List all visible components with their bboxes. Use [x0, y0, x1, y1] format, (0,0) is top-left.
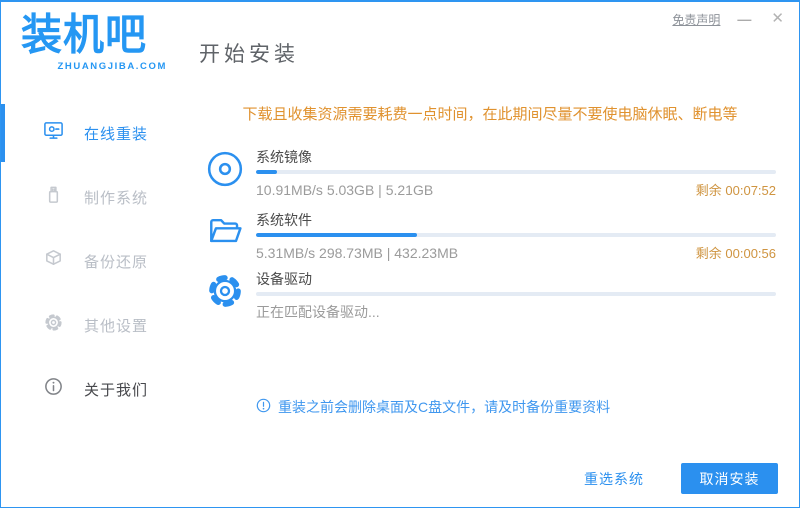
task-device-driver: 设备驱动 正在匹配设备驱动... [256, 270, 776, 322]
reselect-system-button[interactable]: 重选系统 [584, 469, 644, 489]
sidebar-item-make-system[interactable]: 制作系统 [1, 168, 191, 226]
sidebar-item-about-us[interactable]: 关于我们 [1, 360, 191, 418]
sidebar-item-label: 在线重装 [84, 125, 149, 143]
task-title: 系统软件 [256, 212, 312, 228]
gear-icon [43, 312, 64, 338]
app-window: 装机吧 ZHUANGJIBA.COM 开始安装 免责声明 — ✕ 在线重装 制作… [0, 0, 800, 508]
sidebar-item-other-settings[interactable]: 其他设置 [1, 296, 191, 354]
info-icon [43, 376, 64, 402]
backup-cube-icon [43, 248, 64, 274]
app-logo: 装机吧 ZHUANGJIBA.COM [21, 10, 167, 72]
folder-icon [206, 213, 244, 251]
cancel-install-button[interactable]: 取消安装 [681, 463, 778, 494]
task-remaining: 剩余 00:00:56 [695, 246, 776, 261]
sidebar-item-online-reinstall[interactable]: 在线重装 [1, 104, 191, 162]
task-system-software: 系统软件 5.31MB/s 298.73MB | 432.23MB 剩余 00:… [256, 211, 776, 262]
sidebar-item-label: 关于我们 [84, 381, 149, 399]
sidebar-item-backup-restore[interactable]: 备份还原 [1, 232, 191, 290]
task-detail: 10.91MB/s 5.03GB | 5.21GB [256, 182, 434, 198]
sidebar-item-label: 制作系统 [84, 189, 149, 207]
progress-bar [256, 170, 776, 174]
backup-notice: 重装之前会删除桌面及C盘文件，请及时备份重要资料 [256, 397, 610, 417]
disclaimer-link[interactable]: 免责声明 [672, 11, 720, 28]
sidebar: 在线重装 制作系统 备份还原 其他设置 关于我们 [1, 104, 191, 424]
disc-icon [206, 150, 244, 188]
task-title: 系统镜像 [256, 149, 312, 165]
alert-circle-icon [256, 398, 271, 416]
usb-icon [43, 184, 64, 210]
minimize-icon[interactable]: — [734, 10, 754, 28]
task-detail: 正在匹配设备驱动... [256, 304, 380, 320]
gear-icon [206, 272, 244, 310]
task-title: 设备驱动 [256, 271, 312, 287]
progress-bar [256, 233, 776, 237]
sidebar-item-label: 备份还原 [84, 253, 149, 271]
task-detail: 5.31MB/s 298.73MB | 432.23MB [256, 245, 459, 261]
progress-fill [256, 233, 418, 237]
task-remaining: 剩余 00:07:52 [695, 183, 776, 198]
task-system-image: 系统镜像 10.91MB/s 5.03GB | 5.21GB 剩余 00:07:… [256, 148, 776, 199]
sidebar-item-label: 其他设置 [84, 317, 149, 335]
logo-subtext: ZHUANGJIBA.COM [57, 61, 167, 72]
notice-text: 重装之前会删除桌面及C盘文件，请及时备份重要资料 [278, 399, 611, 415]
close-icon[interactable]: ✕ [768, 10, 787, 28]
progress-fill [256, 170, 277, 174]
page-title: 开始安装 [199, 43, 299, 66]
logo-text: 装机吧 [21, 10, 147, 60]
progress-bar [256, 292, 776, 296]
monitor-icon [43, 120, 64, 146]
warning-text: 下载且收集资源需要耗费一点时间，在此期间尽量不要使电脑休眠、断电等 [242, 106, 738, 123]
